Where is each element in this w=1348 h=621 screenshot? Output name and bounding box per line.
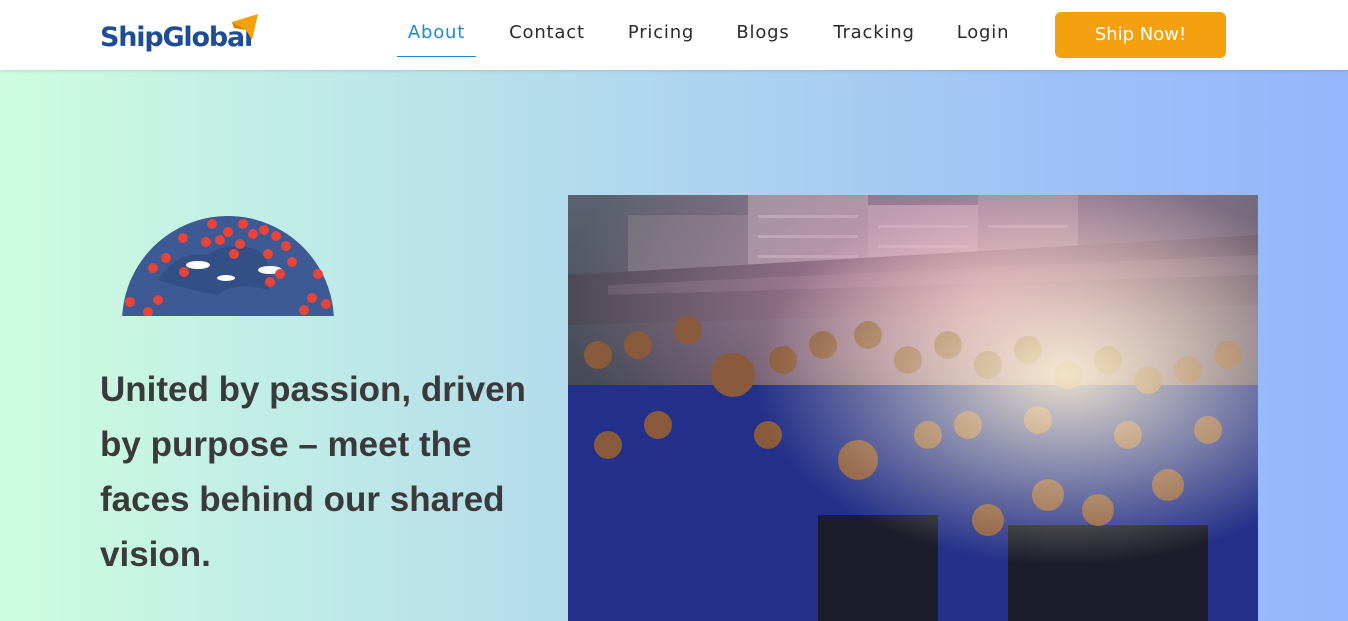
nav-login[interactable]: Login	[948, 22, 1018, 56]
team-photo-illustration	[568, 195, 1258, 621]
logo-arrow-icon	[232, 14, 258, 40]
nav-blogs[interactable]: Blogs	[727, 22, 799, 56]
top-navbar: ShipGlobal About Contact Pricing Blogs T…	[0, 0, 1348, 70]
nav-pricing[interactable]: Pricing	[618, 22, 704, 56]
globe-with-location-pins-icon	[122, 216, 334, 316]
logo-text-ship: Ship	[100, 22, 164, 53]
nav-contact[interactable]: Contact	[497, 22, 597, 56]
nav-tracking[interactable]: Tracking	[821, 22, 927, 56]
nav-about[interactable]: About	[397, 22, 476, 57]
hero-headline: United by passion, driven by purpose – m…	[100, 370, 526, 574]
ship-now-button[interactable]: Ship Now!	[1055, 12, 1226, 58]
team-group-photo	[568, 195, 1258, 621]
